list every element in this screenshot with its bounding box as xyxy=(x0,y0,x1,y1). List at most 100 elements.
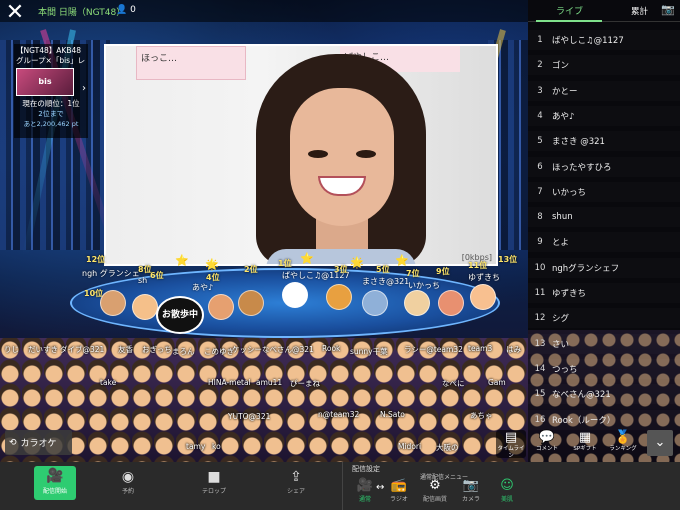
fan-name: amu11 xyxy=(256,378,283,387)
tab-total[interactable]: 累計 xyxy=(631,5,648,17)
share-label: シェア xyxy=(286,488,305,495)
reserve-label: 予約 xyxy=(121,488,134,495)
fan-name: take xyxy=(100,378,117,387)
ranking-number: 10 xyxy=(534,262,546,273)
telop-icon: ■ xyxy=(207,469,221,485)
ranking-user: あや♪ xyxy=(552,111,575,122)
ranking-user: ばやしこ♫@1127 xyxy=(552,36,624,46)
ranking-row[interactable]: 14 つっち xyxy=(528,359,680,379)
viewer-count: 👤 0 xyxy=(116,5,136,15)
ranking-row[interactable]: 8 shun xyxy=(528,207,680,227)
ranking-row[interactable]: 10 nghグランシェフ xyxy=(528,258,680,278)
reserve-button[interactable]: ◉ 予約 xyxy=(108,468,148,495)
ranking-user: なべさん@321 xyxy=(552,390,611,401)
timeline-button[interactable]: ▤ タイムライン xyxy=(496,430,526,459)
ranking-row[interactable]: 12 シグ xyxy=(528,308,680,328)
ranking-number: 4 xyxy=(537,110,543,121)
share-button[interactable]: ⇪ シェア xyxy=(276,468,316,495)
viewer-count-value: 0 xyxy=(130,5,136,15)
person-icon: 👤 xyxy=(116,5,128,15)
event-points-prefix: 2位まで xyxy=(38,110,64,118)
swap-arrow-icon: ↔ xyxy=(376,482,385,493)
quality-label: 配信画質 xyxy=(422,496,447,503)
fan-name: ラシー@team32 xyxy=(404,345,463,354)
start-broadcast-button[interactable]: 🎥 配信開始 xyxy=(34,466,76,500)
fan-name: ぴーまね xyxy=(290,379,320,388)
ranking-row[interactable]: 5 まさき @321 xyxy=(528,131,680,151)
ranking-row[interactable]: 6 ほったやすひろ xyxy=(528,157,680,177)
fan-name: 大阪の xyxy=(436,443,459,452)
tab-live[interactable]: ライブ xyxy=(556,4,583,17)
ranking-row[interactable]: 1 ばやしこ♫@1127 xyxy=(528,30,680,50)
comment-button[interactable]: 💬 コメント xyxy=(532,430,562,458)
ranking-row[interactable]: 3 かとー xyxy=(528,81,680,101)
camera-switch-button[interactable]: 📷 カメラ xyxy=(458,478,484,503)
chevron-down-icon[interactable]: ⌄ xyxy=(647,430,673,456)
stage-user: ngh グランシェ xyxy=(82,269,140,278)
fan-name: team3 xyxy=(468,344,493,353)
sp-gift-button[interactable]: ▦ SPギフト xyxy=(570,430,600,458)
camera-icon[interactable]: 📷 xyxy=(661,3,675,16)
radio-mode-button[interactable]: 📻 ラジオ xyxy=(386,478,412,503)
stage-user: いかっち xyxy=(408,281,440,290)
ranking-user: さい xyxy=(552,339,570,350)
wall-poster: ほっこ… xyxy=(136,46,246,80)
karaoke-button[interactable]: ⟲ カラオケ xyxy=(5,430,72,455)
face xyxy=(290,88,394,226)
fan-name: ダイブ@321 xyxy=(60,345,105,354)
fan-name: 友香 xyxy=(118,345,133,354)
fan-avatar xyxy=(362,290,388,316)
smile-icon: ☺ xyxy=(500,478,514,493)
ranking-row[interactable]: 7 いかっち xyxy=(528,182,680,202)
beauty-button[interactable]: ☺ 美肌 xyxy=(494,478,520,503)
ranking-number: 16 xyxy=(534,414,546,425)
ranking-number: 15 xyxy=(534,389,546,400)
ranking-user: nghグランシェフ xyxy=(552,263,620,274)
event-title: 【NGT48】AKB48グループ×「bis」レ xyxy=(16,46,86,65)
ranking-number: 7 xyxy=(537,186,543,197)
ranking-row[interactable]: 11 ゆずきち xyxy=(528,283,680,303)
fan-avatar xyxy=(208,294,234,320)
ranking-row[interactable]: 15 なべさん@321 xyxy=(528,384,680,404)
beauty-label: 美肌 xyxy=(500,496,513,503)
ranking-row[interactable]: 4 あや♪ xyxy=(528,106,680,126)
telop-button[interactable]: ■ テロップ xyxy=(194,468,234,495)
stage-rank: 1位 xyxy=(278,259,292,268)
fan-name: HINA-metal xyxy=(208,378,251,387)
fan-avatar xyxy=(404,290,430,316)
fan-name: だいすき xyxy=(28,345,58,354)
fan-name: Midori xyxy=(398,442,422,451)
fan-name: おぎっち xyxy=(142,345,172,354)
ranking-row[interactable]: 2 ゴン xyxy=(528,55,680,75)
ranking-number: 3 xyxy=(537,85,543,96)
share-icon: ⇪ xyxy=(290,469,302,485)
fan-name: まろん xyxy=(172,347,195,356)
fan-name: n@team32 xyxy=(318,410,360,419)
ranking-user: かとー xyxy=(552,86,578,97)
ranking-user: ほったやすひろ xyxy=(552,162,612,173)
ranking-number: 2 xyxy=(537,60,543,71)
close-button[interactable]: ✕ xyxy=(4,2,26,25)
fan-avatar xyxy=(238,290,264,316)
star-icon: ⭐ xyxy=(300,252,314,265)
ranking-row[interactable]: 16 Rook（ルーク） xyxy=(528,410,680,430)
ranking-button[interactable]: 🏅 ランキング xyxy=(608,430,638,458)
stage-rank: 3位 xyxy=(334,265,348,274)
ranking-user: シグ xyxy=(552,314,570,325)
fan-name: tamy xyxy=(186,442,206,451)
video-camera-icon: 🎥 xyxy=(356,478,374,493)
radio-icon: 📻 xyxy=(390,478,408,493)
stage-user: まさき@321 xyxy=(362,277,410,286)
ranking-number: 5 xyxy=(537,136,543,147)
chevron-right-icon[interactable]: › xyxy=(82,84,86,94)
quality-button[interactable]: ⚙ 配信画質 xyxy=(420,478,450,503)
normal-mode-button[interactable]: 🎥 通常 xyxy=(352,478,378,503)
ranking-row[interactable]: 13 さい xyxy=(528,334,680,354)
radio-mode-label: ラジオ xyxy=(390,496,408,503)
fan-name: こめゆき xyxy=(204,347,234,356)
event-card[interactable]: 【NGT48】AKB48グループ×「bis」レ bis 現在の順位：1位 2位ま… xyxy=(14,44,88,138)
ranking-panel: ライブ 累計 📷 1 ばやしこ♫@1127 2 ゴン 3 かとー 4 あや♪ 5 まさき @321… xyxy=(528,0,680,462)
stage-rank: 13位 xyxy=(498,255,518,264)
ranking-row[interactable]: 9 とよ xyxy=(528,232,680,252)
fan-name: なぺに xyxy=(442,379,465,388)
